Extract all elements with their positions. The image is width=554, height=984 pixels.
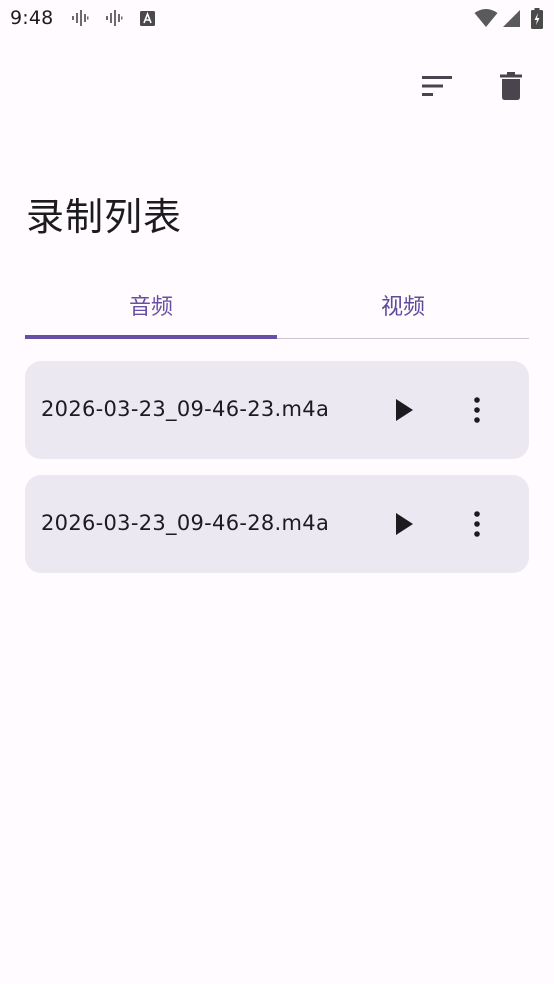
voice-activity-icon xyxy=(104,8,124,28)
voice-activity-icon xyxy=(70,8,90,28)
recording-name: 2026-03-23_09-46-28.m4a xyxy=(41,511,330,535)
play-button[interactable] xyxy=(380,386,428,434)
more-vert-icon xyxy=(474,511,480,537)
page-title: 录制列表 xyxy=(26,195,183,239)
play-button[interactable] xyxy=(380,500,428,548)
tab-video[interactable]: 视频 xyxy=(277,278,529,338)
more-options-button[interactable] xyxy=(453,386,501,434)
tab-bar: 音频 视频 xyxy=(25,278,529,339)
tab-selected-indicator xyxy=(25,335,277,339)
status-bar: 9:48 xyxy=(0,0,554,38)
tab-audio[interactable]: 音频 xyxy=(25,278,277,339)
list-item[interactable]: 2026-03-23_09-46-28.m4a xyxy=(25,475,529,573)
keyboard-a-icon xyxy=(139,8,155,28)
play-icon xyxy=(395,513,413,535)
more-options-button[interactable] xyxy=(453,500,501,548)
wifi-icon xyxy=(474,8,498,28)
tab-video-label: 视频 xyxy=(380,295,425,320)
delete-all-button[interactable] xyxy=(487,62,535,110)
signal-icon xyxy=(502,8,520,28)
sort-icon xyxy=(422,75,452,97)
tab-audio-label: 音频 xyxy=(128,295,173,320)
sort-button[interactable] xyxy=(413,62,461,110)
list-item[interactable]: 2026-03-23_09-46-23.m4a xyxy=(25,361,529,459)
play-icon xyxy=(395,399,413,421)
delete-icon xyxy=(500,72,522,100)
more-vert-icon xyxy=(474,397,480,423)
battery-charging-icon xyxy=(530,7,544,29)
status-time: 9:48 xyxy=(10,7,54,29)
recording-name: 2026-03-23_09-46-23.m4a xyxy=(41,397,330,421)
